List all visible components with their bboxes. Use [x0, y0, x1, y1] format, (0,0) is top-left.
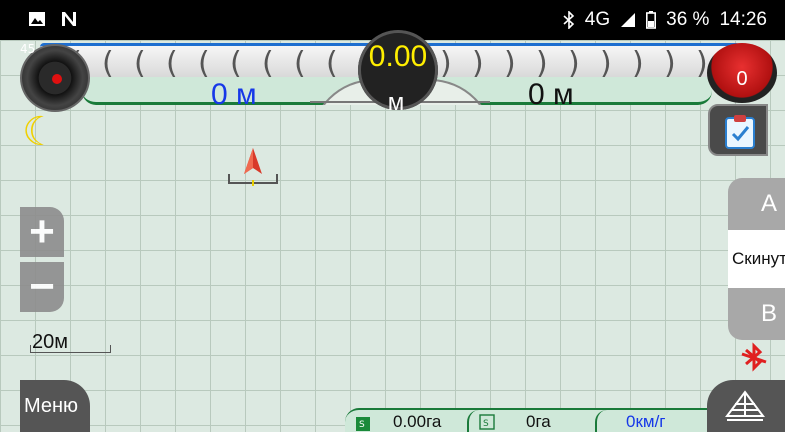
- battery-icon: [646, 11, 657, 29]
- map-scale-tick: [30, 345, 31, 353]
- speed-readout: 0км/г: [626, 412, 666, 431]
- network-type: 4G: [584, 9, 611, 30]
- set-point-a-button[interactable]: A: [728, 178, 785, 230]
- offset-unit: м: [387, 89, 405, 116]
- map-scale-label: 20м: [32, 331, 68, 353]
- map-scale-tick: [110, 345, 111, 353]
- area-worked: 0.00га: [393, 412, 442, 431]
- battery-level: 36 %: [666, 9, 710, 30]
- zoom-in-button[interactable]: +: [20, 207, 64, 257]
- reset-button[interactable]: Скинут: [728, 230, 785, 288]
- svg-text:S: S: [359, 420, 365, 430]
- record-count: 0: [736, 68, 748, 90]
- clock: 14:26: [719, 9, 767, 30]
- distance-right: 0 м: [528, 78, 574, 111]
- night-mode-icon[interactable]: ☾: [22, 112, 58, 152]
- area-icon: S: [479, 414, 495, 430]
- zoom-out-button[interactable]: −: [20, 262, 64, 312]
- gps-dot-icon: [52, 74, 62, 84]
- area-total: 0га: [526, 412, 551, 431]
- navigation-button[interactable]: [707, 380, 785, 432]
- tasks-button[interactable]: [708, 104, 768, 156]
- gallery-icon: [29, 12, 45, 26]
- bluetooth-disconnected-icon: [741, 342, 767, 372]
- menu-button[interactable]: Меню: [20, 380, 90, 432]
- svg-text:S: S: [483, 419, 489, 429]
- info-bar: S 0.00га S 0га 0км/г: [345, 408, 707, 432]
- compass-heading: 45: [20, 42, 36, 56]
- app-n-icon: [62, 12, 76, 26]
- field-flag-icon: S: [356, 417, 370, 431]
- signal-icon: [621, 13, 636, 27]
- separator: [595, 410, 609, 432]
- clipboard-icon: [725, 115, 755, 149]
- plus-icon: +: [29, 207, 55, 256]
- tractor-marker-icon: [228, 148, 278, 186]
- offset-value: 0.00: [368, 40, 428, 73]
- set-point-b-button[interactable]: B: [728, 288, 785, 340]
- map-scale-bar: [30, 352, 110, 353]
- distance-left: 0 м: [211, 78, 257, 111]
- implement-icon: [725, 390, 765, 421]
- minus-icon: −: [29, 262, 55, 311]
- bluetooth-icon: [563, 11, 574, 29]
